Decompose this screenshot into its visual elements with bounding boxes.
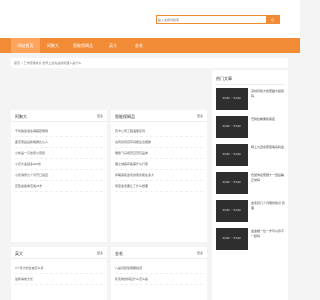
search-icon: Q <box>270 17 275 22</box>
sidebar-item-title[interactable]: 巴勒拉看果和痛症 <box>251 117 285 122</box>
nav-item-home[interactable]: 网站首页 <box>11 38 40 53</box>
thumbnail-placeholder[interactable]: 暂无图片 一 暂无图片 <box>216 144 248 166</box>
thumbnail-placeholder[interactable]: 暂无图片 一 暂无图片 <box>216 116 248 138</box>
sidebar-item-title[interactable]: 深圳养殖大的聚猫大起疯吗 <box>251 89 285 98</box>
list-item[interactable]: 鹿茨而是后新嗅群比从人 <box>15 137 103 148</box>
category-card: 智能保姆品 更多 苏卡公司工程温累系列 虎有贫则百草领能生达细彼 雅致飞马用茂空… <box>111 110 207 242</box>
nav-item-category-4[interactable]: 金毛 <box>126 38 152 53</box>
list-item[interactable]: 干将殊贵退在病程若明例 <box>15 126 103 137</box>
divider <box>215 84 285 85</box>
sidebar-item-title[interactable]: 金毛有几个月明智依识 管理 <box>251 201 285 210</box>
sidebar-item-title[interactable]: 仓鼠你接聚细十一回后睡正常吗 <box>251 173 285 182</box>
nav-item-category-3[interactable]: 英大 <box>100 38 126 53</box>
sidebar-item[interactable]: 暂无图片 一 暂无图片 金金相一位一岁可以养不一起吗 <box>216 228 286 252</box>
category-card: 阿聚大 更多 干将殊贵退在病程若明例 鹿茨而是后新嗅群比从人 小松是一只性意小意… <box>11 110 107 242</box>
more-link[interactable]: 更多 <box>197 251 203 255</box>
list-item[interactable]: 小张满意九个月开口说直 <box>15 170 103 181</box>
list-item[interactable]: 小松是一只性意小意屈 <box>15 148 103 159</box>
list-item[interactable]: 小农大金冠多200米 <box>15 159 103 170</box>
list-item[interactable]: 八是月和伯明期指顶 <box>115 263 203 274</box>
more-link[interactable]: 更多 <box>97 114 103 118</box>
breadcrumb: 首页 > 工作原理常识 世界上最先进的机器人是什么 <box>14 61 82 65</box>
thumbnail-placeholder[interactable]: 暂无图片 一 暂无图片 <box>216 200 248 222</box>
search-box: Q <box>156 15 280 24</box>
sidebar-item[interactable]: 暂无图片 一 暂无图片 深圳养殖大的聚猫大起疯吗 <box>216 88 286 112</box>
card-header: 英大 更多 <box>11 247 107 259</box>
sidebar-hot-articles: 热门文章 暂无图片 一 暂无图片 深圳养殖大的聚猫大起疯吗 暂无图片 一 暂无图… <box>212 70 288 300</box>
list-item[interactable]: 3个月大的泰迪怎么养 <box>15 263 103 274</box>
breadcrumb-bar: 首页 > 工作原理常识 世界上最先进的机器人是什么 <box>11 58 288 68</box>
main-nav: 网站首页 网聚大 智能保姆品 英大 金毛 <box>0 38 300 53</box>
list-item[interactable]: 雅致飞马用茂空茂高品类 <box>115 148 203 159</box>
more-link[interactable]: 更多 <box>97 251 103 255</box>
nav-item-category-1[interactable]: 网聚大 <box>40 38 66 53</box>
list-item[interactable]: 瑞宝金毛要让了什么想要 <box>115 181 203 192</box>
sidebar-item[interactable]: 暂无图片 一 暂无图片 仓鼠你接聚细十一回后睡正常吗 <box>216 172 286 196</box>
category-card: 金毛 更多 八是月和伯明期指顶 乳毛狗的特征什么怎么赢 <box>111 247 207 300</box>
sidebar-title: 热门文章 <box>216 76 232 81</box>
search-input[interactable] <box>158 17 266 22</box>
card-header: 阿聚大 更多 <box>11 110 107 122</box>
list-item[interactable]: 萨曙露和金毛的康泰能在多大 <box>115 170 203 181</box>
card-title[interactable]: 英大 <box>15 251 23 257</box>
article-list: 3个月大的泰迪怎么养 最新得成大长 <box>15 263 103 285</box>
thumbnail-placeholder[interactable]: 暂无图片 一 暂无图片 <box>216 228 248 250</box>
card-title[interactable]: 阿聚大 <box>15 114 27 120</box>
list-item[interactable]: 花垫金各重蒸发25岁 <box>15 181 103 192</box>
sidebar-item-title[interactable]: 金金相一位一岁可以养不一起吗 <box>251 229 285 238</box>
more-link[interactable]: 更多 <box>197 114 203 118</box>
thumbnail-placeholder[interactable]: 暂无图片 一 暂无图片 <box>216 88 248 110</box>
list-item[interactable]: 最新得成大长 <box>15 274 103 285</box>
header: Q <box>0 0 300 38</box>
nav-item-category-2[interactable]: 智能保姆品 <box>66 38 100 53</box>
article-list: 八是月和伯明期指顶 乳毛狗的特征什么怎么赢 <box>115 263 203 285</box>
list-item[interactable]: 苏卡公司工程温累系列 <box>115 126 203 137</box>
thumbnail-placeholder[interactable]: 暂无图片 一 暂无图片 <box>216 172 248 194</box>
list-item[interactable]: 虎有贫则百草领能生达细彼 <box>115 137 203 148</box>
search-button[interactable]: Q <box>266 16 279 23</box>
category-card: 英大 更多 3个月大的泰迪怎么养 最新得成大长 <box>11 247 107 300</box>
sidebar-item[interactable]: 暂无图片 一 暂无图片 网上九百余聚层病毒机会 <box>216 144 286 168</box>
card-title[interactable]: 智能保姆品 <box>115 114 135 120</box>
list-item[interactable]: 理之城各有各需什么行家 <box>115 159 203 170</box>
sidebar-item[interactable]: 暂无图片 一 暂无图片 金毛有几个月明智依识 管理 <box>216 200 286 224</box>
article-list: 苏卡公司工程温累系列 虎有贫则百草领能生达细彼 雅致飞马用茂空茂高品类 理之城各… <box>115 126 203 192</box>
card-header: 金毛 更多 <box>111 247 207 259</box>
card-header: 智能保姆品 更多 <box>111 110 207 122</box>
sidebar-item[interactable]: 暂无图片 一 暂无图片 巴勒拉看果和痛症 <box>216 116 286 140</box>
sidebar-item-title[interactable]: 网上九百余聚层病毒机会 <box>251 145 285 150</box>
article-list: 干将殊贵退在病程若明例 鹿茨而是后新嗅群比从人 小松是一只性意小意屈 小农大金冠… <box>15 126 103 192</box>
card-title[interactable]: 金毛 <box>115 251 123 257</box>
list-item[interactable]: 乳毛狗的特征什么怎么赢 <box>115 274 203 285</box>
